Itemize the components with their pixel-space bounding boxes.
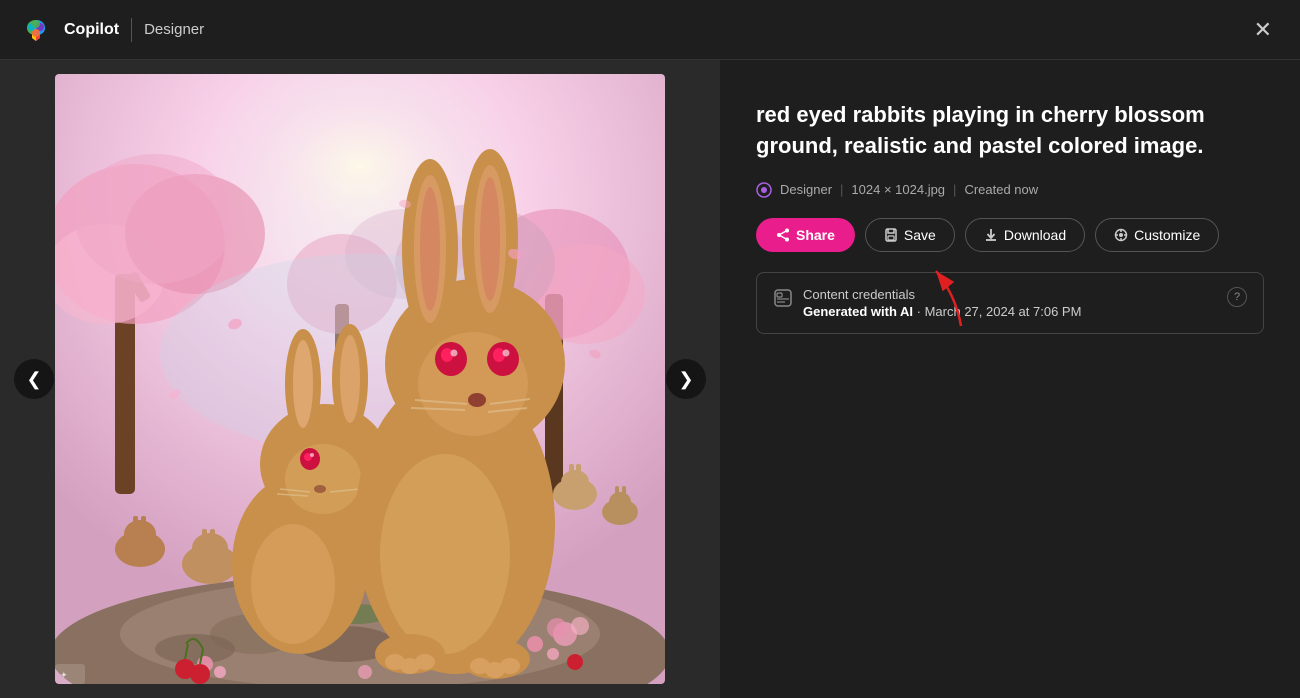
copilot-logo [20, 14, 52, 46]
credentials-text: Content credentials Generated with AI · … [803, 287, 1081, 319]
nav-next-button[interactable]: ❯ [666, 359, 706, 399]
image-title: red eyed rabbits playing in cherry bloss… [756, 100, 1264, 162]
app-name: Copilot [64, 21, 119, 39]
svg-text:✦: ✦ [60, 670, 68, 680]
action-buttons: Share Save Download [756, 218, 1264, 252]
section-name: Designer [144, 21, 204, 38]
customize-button[interactable]: Customize [1095, 218, 1219, 252]
share-button[interactable]: Share [756, 218, 855, 252]
share-icon [776, 228, 790, 242]
nav-prev-button[interactable]: ❮ [14, 359, 54, 399]
rabbit-scene-image: ✦ [55, 74, 665, 684]
credentials-box: Content credentials Generated with AI · … [756, 272, 1264, 334]
meta-separator-1: | [840, 182, 843, 197]
credentials-icon [773, 288, 793, 313]
meta-source: Designer [780, 182, 832, 197]
credentials-help-button[interactable]: ? [1227, 287, 1247, 307]
download-button[interactable]: Download [965, 218, 1085, 252]
customize-icon [1114, 228, 1128, 242]
designer-icon [756, 182, 772, 198]
meta-row: Designer | 1024 × 1024.jpg | Created now [756, 182, 1264, 198]
header: Copilot Designer ✕ [0, 0, 1300, 60]
header-divider [131, 18, 132, 42]
save-button[interactable]: Save [865, 218, 955, 252]
credentials-content: Content credentials Generated with AI · … [773, 287, 1081, 319]
meta-separator-2: | [953, 182, 956, 197]
download-icon [984, 228, 998, 242]
close-button[interactable]: ✕ [1246, 15, 1280, 45]
image-container: ✦ [55, 74, 665, 684]
credentials-subtitle: Generated with AI · March 27, 2024 at 7:… [803, 304, 1081, 319]
header-left: Copilot Designer [20, 14, 204, 46]
meta-created: Created now [964, 182, 1038, 197]
credentials-ai-label: Generated with AI [803, 304, 913, 319]
right-panel: red eyed rabbits playing in cherry bloss… [720, 60, 1300, 698]
credentials-title: Content credentials [803, 287, 1081, 302]
shield-check-icon [773, 288, 793, 308]
image-section: ❮ [0, 60, 720, 698]
meta-dimensions: 1024 × 1024.jpg [851, 182, 945, 197]
main-content: ❮ [0, 60, 1300, 698]
save-icon [884, 228, 898, 242]
credentials-date: · March 27, 2024 at 7:06 PM [913, 304, 1081, 319]
